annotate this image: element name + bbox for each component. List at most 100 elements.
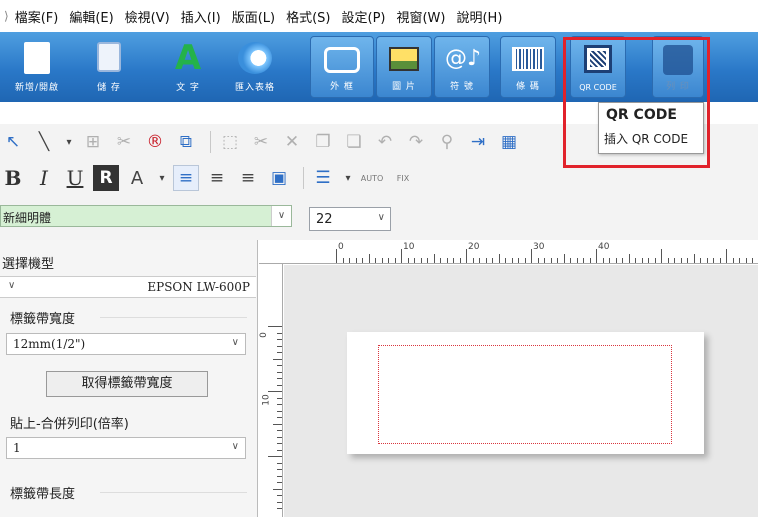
ruler-tick (375, 258, 376, 263)
align-center-icon[interactable]: ≡ (204, 165, 230, 191)
font-color-dropdown-icon[interactable]: ▾ (155, 165, 169, 191)
insert-qr-code-menu-item[interactable]: 插入 QR CODE (604, 130, 688, 147)
new-open-button[interactable]: 新增/開啟 (4, 36, 70, 98)
redo-icon[interactable]: ↷ (403, 129, 429, 155)
ruler-tick (537, 258, 539, 263)
registered-icon[interactable]: ® (142, 129, 168, 155)
menu-format[interactable]: 格式(S) (286, 7, 330, 26)
ruler-tick (752, 258, 753, 263)
menu-help[interactable]: 說明(H) (456, 7, 502, 26)
select-arrow-icon[interactable]: ↖ (0, 129, 26, 155)
barcode-icon (512, 47, 544, 71)
line-spacing-icon[interactable]: ☰ (310, 165, 336, 191)
bold-button[interactable]: B (0, 165, 26, 191)
font-family-select[interactable]: 新細明體 ∨ (0, 205, 292, 227)
menu-edge-bracket: ⟩ (4, 9, 9, 23)
grid-icon[interactable]: ⊞ (80, 129, 106, 155)
menu-file[interactable]: 檔案(F) (15, 7, 59, 26)
ruler-tick (674, 258, 675, 263)
symbol-button[interactable]: @♪ 符 號 (434, 36, 490, 98)
ruler-tick (453, 258, 454, 263)
ruler-tick (596, 249, 597, 263)
align-left-icon[interactable]: ≡ (173, 165, 199, 191)
chevron-down-icon[interactable]: ∨ (232, 441, 239, 452)
ruler-tick (277, 436, 282, 438)
tape-length-label: 標籤帶長度 (10, 487, 76, 502)
copy-icon[interactable]: ❐ (310, 129, 336, 155)
import-table-button[interactable]: 匯入表格 (226, 36, 284, 98)
align-right-icon[interactable]: ≡ (235, 165, 261, 191)
menu-insert[interactable]: 插入(I) (181, 7, 221, 26)
line-dropdown-icon[interactable]: ▾ (62, 129, 76, 155)
symbol-label: 符 號 (450, 82, 474, 92)
ruler-tick (700, 258, 701, 263)
ruler-tick (706, 258, 708, 263)
paste-icon[interactable]: ❏ (341, 129, 367, 155)
font-color-button[interactable]: A (124, 165, 150, 191)
ruler-tick (654, 258, 656, 263)
invert-text-icon[interactable]: R (93, 165, 119, 191)
barcode-button[interactable]: 條 碼 (500, 36, 556, 98)
tape-width-value: 12mm(1/2") (13, 337, 86, 351)
picture-button[interactable]: 圖 片 (376, 36, 432, 98)
ruler-tick (745, 258, 747, 263)
copy-format-icon[interactable]: ⧉ (173, 129, 199, 155)
underline-button[interactable]: U (62, 165, 88, 191)
ruler-tick (726, 249, 727, 263)
import-table-label: 匯入表格 (234, 83, 275, 93)
cut-icon[interactable]: ✂ (248, 129, 274, 155)
ruler-tick (277, 352, 282, 353)
ruler-tick (277, 410, 282, 412)
italic-button[interactable]: I (31, 165, 57, 191)
frame-button[interactable]: 外 框 (310, 36, 374, 98)
font-size-select[interactable]: 22 ∨ (309, 207, 391, 231)
line-tool-icon[interactable]: ╲ (31, 129, 57, 155)
barcode-label: 條 碼 (516, 82, 540, 92)
menu-layout[interactable]: 版面(L) (232, 7, 275, 26)
insert-arrow-icon[interactable]: ⇥ (465, 129, 491, 155)
delete-icon[interactable]: ✕ (279, 129, 305, 155)
ruler-tick (719, 258, 721, 263)
picture-icon (389, 47, 419, 71)
tape-width-select[interactable]: 12mm(1/2") ∨ (6, 333, 246, 355)
line-spacing-dropdown-icon[interactable]: ▾ (341, 165, 355, 191)
zoom-icon[interactable]: ⚲ (434, 129, 460, 155)
ruler-tick (381, 258, 383, 263)
ruler-tick (498, 254, 500, 263)
ruler-tick (268, 326, 282, 327)
ruler-tick (693, 254, 695, 263)
ruler-tick (440, 258, 441, 263)
chevron-down-icon[interactable]: ∨ (8, 280, 15, 291)
text-frame-icon[interactable]: ▣ (266, 165, 292, 191)
chevron-down-icon[interactable]: ∨ (271, 206, 291, 226)
menu-settings[interactable]: 設定(P) (342, 7, 386, 26)
ruler-tick (466, 249, 467, 263)
qr-insert-small-icon[interactable]: ▦ (496, 129, 522, 155)
vertical-text-icon[interactable]: ✂ (111, 129, 137, 155)
ruler-tick (531, 249, 532, 263)
menu-edit[interactable]: 編輯(E) (69, 7, 113, 26)
auto-fit-button[interactable]: AUTO (359, 165, 385, 191)
save-button[interactable]: 儲 存 (84, 36, 134, 98)
chevron-down-icon[interactable]: ∨ (378, 212, 385, 223)
menu-view[interactable]: 檢視(V) (125, 7, 170, 26)
ruler-tick (277, 430, 282, 431)
model-select[interactable]: ∨ EPSON LW-600P (0, 276, 256, 298)
ruler-tick (570, 258, 571, 263)
ruler-tick (524, 258, 526, 263)
ruler-tick (277, 332, 282, 334)
get-tape-width-button[interactable]: 取得標籤帶寬度 (46, 371, 208, 397)
chevron-down-icon[interactable]: ∨ (232, 337, 239, 348)
menu-window[interactable]: 視窗(W) (396, 7, 445, 26)
ruler-tick (277, 345, 282, 347)
paste-merge-select[interactable]: 1 ∨ (6, 437, 246, 459)
undo-icon[interactable]: ↶ (372, 129, 398, 155)
fix-size-button[interactable]: FIX (390, 165, 416, 191)
group-divider (100, 317, 247, 318)
frame-select-icon[interactable]: ⬚ (217, 129, 243, 155)
ruler-tick (505, 258, 506, 263)
ruler-tick (277, 404, 282, 405)
text-button[interactable]: A 文 字 (158, 36, 218, 98)
qr-code-dropdown-menu: QR CODE 插入 QR CODE (598, 102, 704, 154)
picture-label: 圖 片 (392, 82, 416, 92)
